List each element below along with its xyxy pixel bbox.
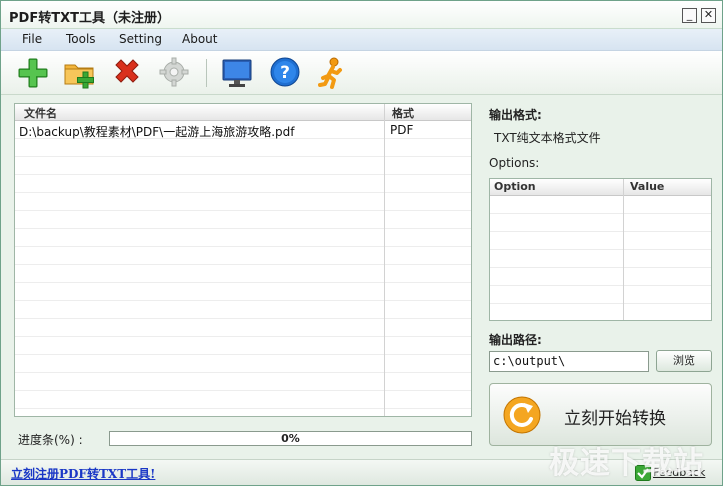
- output-path-label: 输出路径:: [489, 333, 542, 347]
- browse-button[interactable]: 浏览: [656, 350, 712, 372]
- toolbar: ?: [1, 51, 722, 95]
- column-format[interactable]: 格式: [392, 105, 414, 121]
- file-list[interactable]: 文件名 格式 D:\backup\教程素材\PDF\一起游上海旅游攻略.pdf …: [14, 103, 472, 417]
- column-filename[interactable]: 文件名: [24, 105, 57, 121]
- start-convert-button[interactable]: 立刻开始转换: [489, 383, 712, 446]
- table-row[interactable]: D:\backup\教程素材\PDF\一起游上海旅游攻略.pdf PDF: [15, 122, 471, 139]
- options-label: Options:: [489, 156, 540, 170]
- minimize-button[interactable]: _: [682, 8, 697, 23]
- settings-button[interactable]: [157, 56, 191, 90]
- svg-text:?: ?: [280, 63, 290, 83]
- menu-about[interactable]: About: [182, 32, 217, 46]
- progress-text: 0%: [281, 432, 300, 445]
- column-option[interactable]: Option: [494, 180, 536, 193]
- watermark: 极速下载站: [549, 446, 704, 481]
- add-folder-icon: [64, 64, 94, 89]
- monitor-button[interactable]: [220, 56, 254, 90]
- add-file-icon: [18, 58, 48, 88]
- progress-bar: 0%: [109, 431, 472, 446]
- output-path-input[interactable]: c:\output\: [489, 351, 649, 372]
- settings-icon: [159, 57, 189, 87]
- run-button[interactable]: [315, 56, 349, 90]
- remove-icon: [115, 59, 139, 83]
- remove-button[interactable]: [110, 56, 144, 90]
- menu-bar: File Tools Setting About: [1, 29, 722, 51]
- add-file-button[interactable]: [16, 56, 50, 90]
- app-window: PDF转TXT工具（未注册） _ ✕ File Tools Setting Ab…: [0, 0, 723, 486]
- start-convert-label: 立刻开始转换: [564, 409, 666, 429]
- menu-tools[interactable]: Tools: [66, 32, 96, 46]
- window-title: PDF转TXT工具（未注册）: [9, 11, 170, 26]
- monitor-icon: [222, 59, 252, 87]
- help-button[interactable]: ?: [268, 56, 302, 90]
- add-folder-button[interactable]: [63, 56, 97, 90]
- register-link[interactable]: 立刻注册PDF转TXT工具!: [11, 465, 155, 482]
- close-button[interactable]: ✕: [701, 8, 716, 23]
- file-name-cell: D:\backup\教程素材\PDF\一起游上海旅游攻略.pdf: [19, 125, 295, 139]
- options-column-divider: [623, 179, 624, 320]
- help-icon: ?: [270, 57, 300, 87]
- output-format-label: 输出格式:: [489, 108, 542, 122]
- file-list-header: 文件名 格式: [15, 104, 471, 121]
- options-header: Option Value: [490, 179, 711, 196]
- menu-setting[interactable]: Setting: [119, 32, 162, 46]
- run-icon: [318, 57, 342, 89]
- progress-label: 进度条(%) :: [18, 433, 83, 447]
- refresh-icon: [503, 396, 541, 434]
- menu-file[interactable]: File: [22, 32, 42, 46]
- title-bar: PDF转TXT工具（未注册） _ ✕: [1, 1, 722, 29]
- output-format-value: TXT纯文本格式文件: [494, 131, 601, 145]
- file-format-cell: PDF: [390, 123, 414, 137]
- options-grid[interactable]: Option Value: [489, 178, 712, 321]
- toolbar-separator: [206, 59, 207, 87]
- column-divider: [384, 104, 385, 416]
- column-value[interactable]: Value: [630, 180, 664, 193]
